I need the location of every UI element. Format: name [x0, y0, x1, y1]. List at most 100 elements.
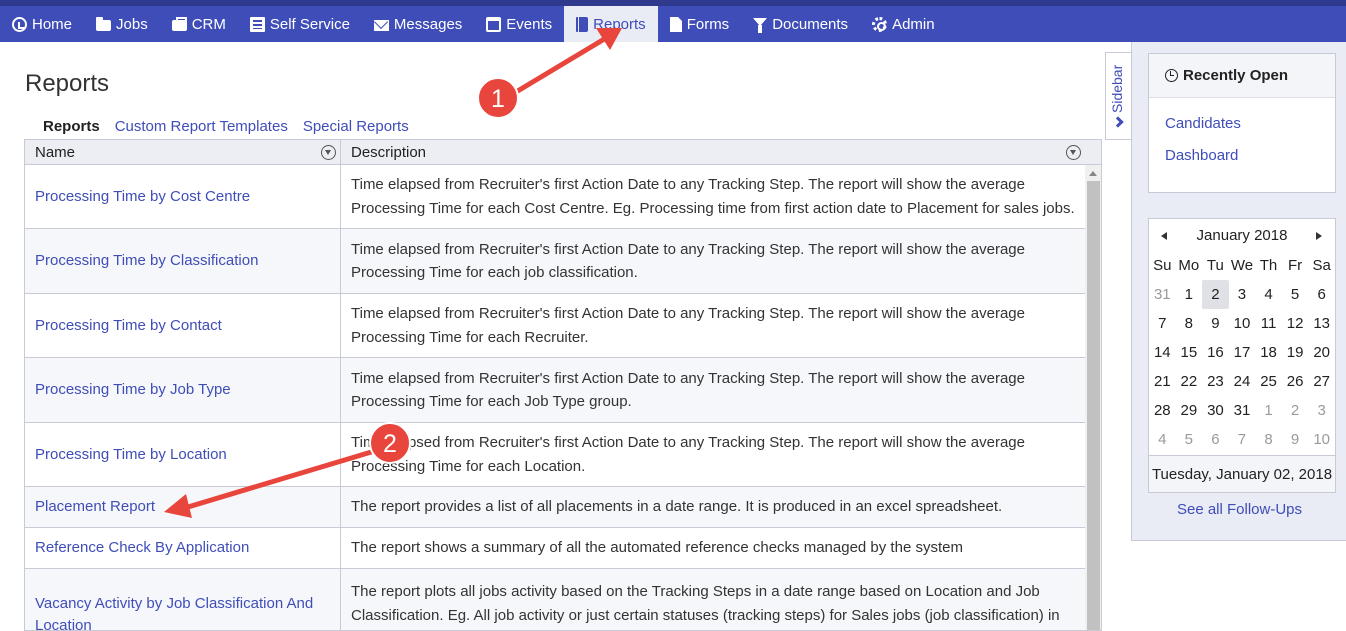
report-name-link[interactable]: Processing Time by Classification	[25, 229, 341, 293]
calendar-day[interactable]: 2	[1202, 280, 1229, 309]
calendar-day[interactable]: 24	[1229, 367, 1256, 396]
calendar-day[interactable]: 7	[1229, 425, 1256, 454]
nav-self-service[interactable]: Self Service	[238, 6, 362, 42]
report-name-link[interactable]: Processing Time by Contact	[25, 294, 341, 357]
list-icon	[249, 16, 265, 32]
scrollbar-thumb[interactable]	[1087, 181, 1100, 630]
table-row: Processing Time by Cost Centre Time elap…	[25, 165, 1085, 229]
report-name-link[interactable]: Placement Report	[25, 487, 341, 527]
recent-link-candidates[interactable]: Candidates	[1165, 115, 1241, 132]
calendar-day[interactable]: 27	[1308, 367, 1335, 396]
nav-forms[interactable]: Forms	[658, 6, 742, 42]
calendar-day[interactable]: 7	[1149, 309, 1176, 338]
see-all-followups-link[interactable]: See all Follow-Ups	[1132, 501, 1346, 518]
nav-crm[interactable]: CRM	[160, 6, 238, 42]
calendar-day[interactable]: 18	[1255, 338, 1282, 367]
calendar-day[interactable]: 5	[1176, 425, 1203, 454]
subtab-reports[interactable]: Reports	[43, 118, 100, 135]
name-filter-icon[interactable]	[321, 145, 336, 160]
calendar-day[interactable]: 10	[1229, 309, 1256, 338]
report-name-link[interactable]: Reference Check By Application	[25, 528, 341, 568]
calendar-day[interactable]: 2	[1282, 396, 1309, 425]
report-description: Time elapsed from Recruiter's first Acti…	[351, 305, 1025, 346]
calendar-day[interactable]: 3	[1229, 280, 1256, 309]
calendar-day[interactable]: 30	[1202, 396, 1229, 425]
calendar-day[interactable]: 4	[1149, 425, 1176, 454]
nav-self-service-label: Self Service	[269, 15, 350, 33]
calendar-day[interactable]: 17	[1229, 338, 1256, 367]
calendar-day[interactable]: 20	[1308, 338, 1335, 367]
folder-icon	[96, 16, 112, 31]
nav-messages[interactable]: Messages	[362, 6, 474, 42]
calendar-day[interactable]: 31	[1229, 396, 1256, 425]
report-name-link[interactable]: Vacancy Activity by Job Classification A…	[25, 569, 341, 630]
next-month-icon[interactable]	[1316, 232, 1322, 240]
calendar-day[interactable]: 22	[1176, 367, 1203, 396]
column-header-description-label: Description	[351, 144, 427, 161]
calendar-day[interactable]: 1	[1176, 280, 1203, 309]
calendar-day[interactable]: 23	[1202, 367, 1229, 396]
nav-home[interactable]: Home	[0, 6, 84, 42]
calendar-day[interactable]: 19	[1282, 338, 1309, 367]
recently-open-title: Recently Open	[1183, 67, 1289, 84]
subtab-special-reports[interactable]: Special Reports	[303, 118, 409, 135]
column-header-description[interactable]: Description	[341, 140, 1085, 164]
calendar-week-row: 21 22 23 24 25 26 27	[1149, 367, 1335, 396]
nav-jobs[interactable]: Jobs	[84, 6, 160, 42]
recent-link-dashboard[interactable]: Dashboard	[1165, 147, 1238, 164]
calendar-week-row: 31 1 2 3 4 5 6	[1149, 280, 1335, 309]
description-filter-icon[interactable]	[1066, 145, 1081, 160]
calendar-day[interactable]: 8	[1255, 425, 1282, 454]
calendar-day[interactable]: 11	[1255, 309, 1282, 338]
calendar-day[interactable]: 31	[1149, 280, 1176, 309]
calendar-day[interactable]: 26	[1282, 367, 1309, 396]
calendar-day[interactable]: 21	[1149, 367, 1176, 396]
calendar-day[interactable]: 3	[1308, 396, 1335, 425]
nav-reports[interactable]: Reports	[564, 6, 658, 42]
calendar-grid: Su Mo Tu We Th Fr Sa 31 1 2 3 4 5 6 7 8 9 10 11 12 13 14 15 16 1…	[1149, 251, 1335, 454]
grid-header: Name Description	[25, 140, 1101, 165]
nav-admin[interactable]: Admin	[860, 6, 947, 42]
report-name-link[interactable]: Processing Time by Cost Centre	[25, 165, 341, 228]
calendar-day[interactable]: 14	[1149, 338, 1176, 367]
grid-scrollbar[interactable]	[1085, 165, 1101, 630]
calendar-day[interactable]: 9	[1282, 425, 1309, 454]
nav-documents[interactable]: Documents	[741, 6, 860, 42]
column-header-name-label: Name	[35, 144, 76, 161]
calendar-weekday: We	[1230, 257, 1254, 274]
nav-admin-label: Admin	[892, 15, 935, 33]
nav-documents-label: Documents	[772, 15, 849, 33]
main-nav: Home Jobs CRM Self Service Messages Even…	[0, 6, 1346, 42]
calendar-day[interactable]: 10	[1308, 425, 1335, 454]
calendar-day[interactable]: 13	[1308, 309, 1335, 338]
report-description: The report provides a list of all placem…	[351, 498, 1003, 516]
calendar-day[interactable]: 16	[1202, 338, 1229, 367]
calendar-day[interactable]: 25	[1255, 367, 1282, 396]
calendar-day[interactable]: 9	[1202, 309, 1229, 338]
mini-calendar: January 2018 Su Mo Tu We Th Fr Sa 31 1 2 3 4 5 6 7 8 9 10…	[1148, 218, 1336, 493]
table-row: Processing Time by Contact Time elapsed …	[25, 294, 1085, 358]
calendar-day[interactable]: 29	[1176, 396, 1203, 425]
calendar-day[interactable]: 5	[1282, 280, 1309, 309]
nav-crm-label: CRM	[191, 15, 226, 33]
report-name-link[interactable]: Processing Time by Job Type	[25, 358, 341, 422]
calendar-weekday: Mo	[1178, 257, 1200, 274]
calendar-day[interactable]: 1	[1255, 396, 1282, 425]
calendar-day[interactable]: 15	[1176, 338, 1203, 367]
calendar-day[interactable]: 8	[1176, 309, 1203, 338]
scroll-up-icon[interactable]	[1089, 171, 1097, 176]
table-row: Vacancy Activity by Job Classification A…	[25, 569, 1085, 630]
column-header-name[interactable]: Name	[25, 140, 341, 164]
calendar-day[interactable]: 6	[1202, 425, 1229, 454]
sidebar-toggle[interactable]: Sidebar	[1105, 52, 1132, 140]
nav-home-label: Home	[32, 15, 73, 33]
report-description: Time elapsed from Recruiter's first Acti…	[351, 369, 1025, 411]
subtab-custom-report-templates[interactable]: Custom Report Templates	[115, 118, 288, 135]
report-name-link[interactable]: Processing Time by Location	[25, 423, 341, 486]
calendar-day[interactable]: 4	[1255, 280, 1282, 309]
calendar-day[interactable]: 12	[1282, 309, 1309, 338]
calendar-weekday: Fr	[1288, 257, 1303, 274]
nav-events[interactable]: Events	[474, 6, 564, 42]
calendar-day[interactable]: 28	[1149, 396, 1176, 425]
calendar-day[interactable]: 6	[1308, 280, 1335, 309]
